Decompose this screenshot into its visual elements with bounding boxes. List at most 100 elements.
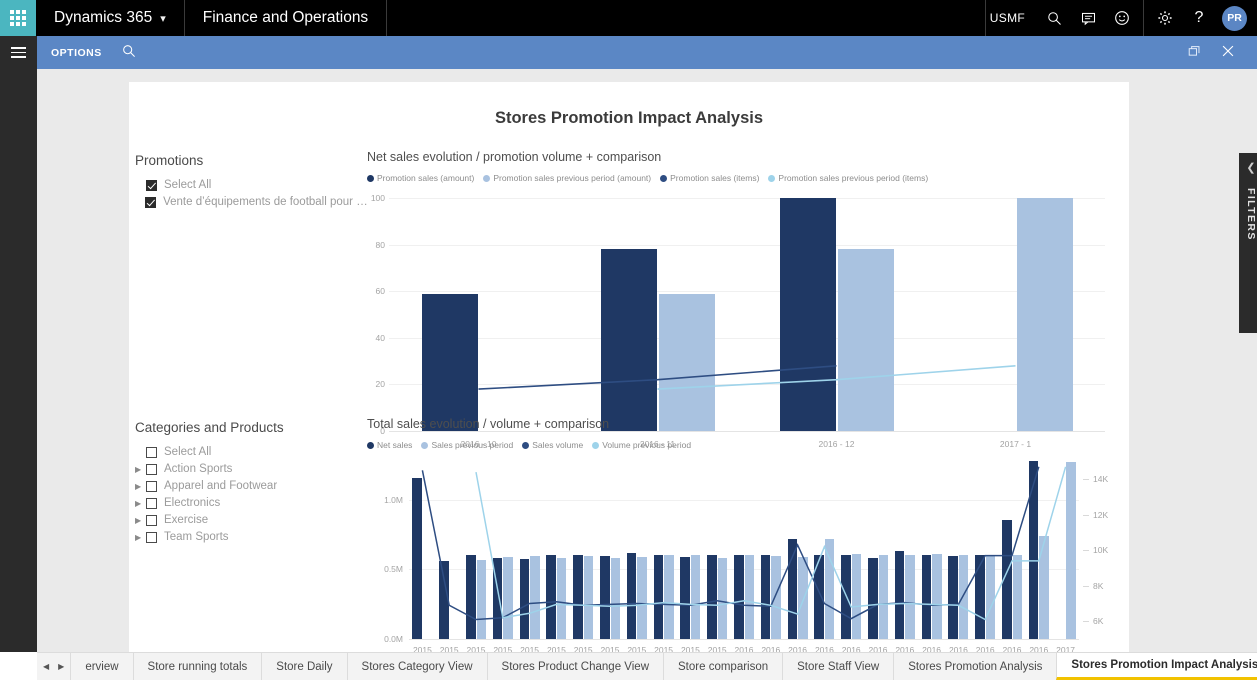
promotion-chart-y-tick: 80 xyxy=(375,239,385,250)
y2-tick-mark xyxy=(1083,621,1089,623)
total-sales-chart-plot: 0.0M 0.5M 1.0M 6K 8K 10K 12K 14K xyxy=(384,460,1108,644)
left-navigation-rail xyxy=(0,69,37,652)
categories-slicer-checkbox[interactable] xyxy=(146,531,157,543)
filters-panel[interactable]: ❮ FILTERS xyxy=(1239,153,1257,333)
feedback-smiley-icon[interactable] xyxy=(1105,0,1139,36)
promotions-slicer: Promotions Select All Vente d’équipements… xyxy=(135,153,370,211)
app-launcher-icon[interactable] xyxy=(0,0,36,36)
bottom-tab[interactable]: Store Daily xyxy=(261,653,347,680)
total-sales-chart-legend: Net sales Sales previous period Sales volu… xyxy=(367,440,1119,450)
total-sales-chart-y2-tick: 6K xyxy=(1093,616,1104,627)
brand-dynamics365[interactable]: Dynamics 365 ▾ xyxy=(36,0,185,36)
brand-label: Dynamics 365 xyxy=(54,9,153,26)
legend-swatch-icon xyxy=(421,441,429,449)
message-icon[interactable] xyxy=(1071,0,1105,36)
search-icon[interactable] xyxy=(1037,0,1071,36)
close-icon[interactable] xyxy=(1211,44,1245,61)
total-sales-chart-legend-item[interactable]: Sales previous period xyxy=(421,440,513,450)
promotions-slicer-checkbox[interactable] xyxy=(145,196,157,208)
y2-tick-mark xyxy=(1083,514,1089,516)
total-sales-chart-legend-item[interactable]: Sales volume xyxy=(522,440,583,450)
bottom-tab-label: Stores Product Change View xyxy=(501,660,650,673)
total-sales-chart-y2-tick: 14K xyxy=(1093,474,1109,485)
total-sales-chart-legend-label: Net sales xyxy=(377,440,413,450)
categories-slicer-item[interactable]: ▶ Action Sports xyxy=(135,461,370,477)
promotions-slicer-item-label: Vente d’équipements de football pour la … xyxy=(163,196,370,208)
legend-swatch-icon xyxy=(483,174,491,182)
categories-slicer-item-label: Action Sports xyxy=(164,463,233,475)
chevron-right-icon[interactable]: ▶ xyxy=(135,482,146,491)
y2-tick-mark xyxy=(1083,550,1089,552)
promotion-chart-y-tick: 100 xyxy=(370,193,385,203)
window-controls xyxy=(1178,44,1257,61)
bottom-tab-label: Store running totals xyxy=(147,660,248,673)
promotion-chart-legend-item[interactable]: Promotion sales previous period (items) xyxy=(768,173,928,183)
options-menu-button[interactable]: OPTIONS xyxy=(37,47,116,59)
bottom-tab[interactable]: Stores Product Change View xyxy=(486,653,664,680)
promotion-chart-legend-item[interactable]: Promotion sales (items) xyxy=(660,173,759,183)
categories-slicer-item[interactable]: ▶ Team Sports xyxy=(135,529,370,545)
company-selector[interactable]: USMF xyxy=(986,11,1037,25)
chevron-right-icon[interactable]: ▶ xyxy=(58,662,64,671)
total-sales-chart-y-tick: 0.0M xyxy=(384,634,403,644)
promotions-slicer-list: Select All Vente d’équipements de footbal… xyxy=(135,177,370,210)
search-icon[interactable] xyxy=(116,44,142,61)
categories-slicer-checkbox[interactable] xyxy=(146,446,157,458)
bottom-tab-strip: ◀ ▶ erview Store running totals Store Dail… xyxy=(37,652,1257,680)
bottom-tab[interactable]: Store Staff View xyxy=(782,653,894,680)
help-question-icon[interactable]: ? xyxy=(1182,0,1216,36)
total-sales-chart-y-tick: 0.5M xyxy=(384,564,403,575)
chevron-right-icon[interactable]: ▶ xyxy=(135,533,146,542)
legend-swatch-icon xyxy=(522,441,530,449)
total-sales-chart-y2-tick: 12K xyxy=(1093,509,1109,520)
promotion-chart-legend-label: Promotion sales (items) xyxy=(670,173,760,183)
gridline xyxy=(409,639,1079,640)
legend-swatch-icon xyxy=(768,174,776,182)
bottom-tab[interactable]: Stores Category View xyxy=(346,653,487,680)
chart-line-series xyxy=(421,466,1040,621)
legend-swatch-icon xyxy=(592,441,600,449)
bottom-tab[interactable]: Stores Promotion Impact Analysis xyxy=(1056,653,1257,680)
chevron-right-icon[interactable]: ▶ xyxy=(135,465,146,474)
chevron-left-icon[interactable]: ❮ xyxy=(1246,161,1255,174)
promotions-slicer-item[interactable]: Select All xyxy=(135,177,370,193)
categories-slicer-item[interactable]: ▶ Electronics xyxy=(135,495,370,511)
settings-gear-icon[interactable] xyxy=(1148,0,1182,36)
categories-slicer-checkbox[interactable] xyxy=(146,480,157,492)
avatar[interactable]: PR xyxy=(1222,5,1247,31)
promotions-slicer-item[interactable]: Vente d’équipements de football pour la … xyxy=(135,194,370,210)
total-sales-chart-legend-label: Sales previous period xyxy=(431,440,514,450)
categories-slicer-item[interactable]: Select All xyxy=(135,444,370,460)
total-sales-chart-legend-item[interactable]: Net sales xyxy=(367,440,412,450)
bottom-tab-label: erview xyxy=(85,660,119,673)
promotions-slicer-title: Promotions xyxy=(135,153,204,168)
bottom-tab[interactable]: erview xyxy=(70,653,133,680)
tab-scroll-arrows[interactable]: ◀ ▶ xyxy=(37,653,70,680)
promotion-chart-legend-label: Promotion sales (amount) xyxy=(377,173,475,183)
nav-divider xyxy=(1143,0,1144,36)
promotion-chart-legend: Promotion sales (amount) Promotion sales … xyxy=(367,173,1119,183)
categories-slicer-item[interactable]: ▶ Exercise xyxy=(135,512,370,528)
promotions-slicer-checkbox[interactable] xyxy=(146,179,157,191)
total-sales-chart-legend-item[interactable]: Volume previous period xyxy=(592,440,691,450)
total-sales-chart-title: Total sales evolution / volume + compari… xyxy=(367,417,610,431)
report-canvas: Stores Promotion Impact Analysis Promoti… xyxy=(129,82,1129,665)
bottom-tab[interactable]: Store running totals xyxy=(132,653,262,680)
report-page-area: Stores Promotion Impact Analysis Promoti… xyxy=(37,69,1257,665)
chevron-right-icon[interactable]: ▶ xyxy=(135,499,146,508)
chevron-left-icon[interactable]: ◀ xyxy=(43,662,49,671)
hamburger-icon[interactable] xyxy=(0,36,37,69)
module-title[interactable]: Finance and Operations xyxy=(185,0,388,36)
categories-slicer-checkbox[interactable] xyxy=(146,514,157,526)
categories-slicer-checkbox[interactable] xyxy=(146,463,157,475)
categories-slicer-item[interactable]: ▶ Apparel and Footwear xyxy=(135,478,370,494)
chart-line-series xyxy=(657,365,1016,390)
bottom-tab[interactable]: Stores Promotion Analysis xyxy=(893,653,1057,680)
promotion-chart-y-tick: 20 xyxy=(375,379,385,390)
chevron-right-icon[interactable]: ▶ xyxy=(135,516,146,525)
promotion-chart-legend-item[interactable]: Promotion sales previous period (amount) xyxy=(483,173,651,183)
categories-slicer-checkbox[interactable] xyxy=(146,497,157,509)
bottom-tab[interactable]: Store comparison xyxy=(663,653,783,680)
promotion-chart-legend-item[interactable]: Promotion sales (amount) xyxy=(367,173,474,183)
restore-window-icon[interactable] xyxy=(1178,45,1211,61)
